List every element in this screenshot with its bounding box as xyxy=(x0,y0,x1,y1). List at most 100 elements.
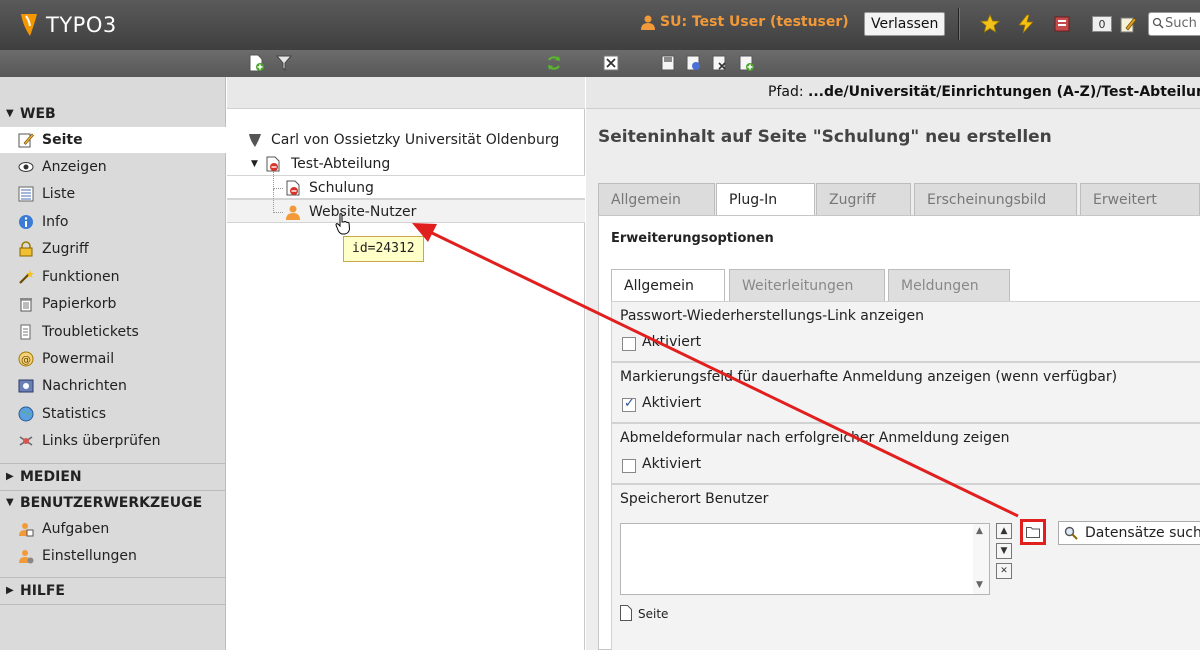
expand-toggle-icon[interactable]: ▼ xyxy=(251,153,258,175)
tab-zugriff[interactable]: Zugriff xyxy=(816,183,911,215)
module-item-liste[interactable]: Liste xyxy=(0,181,226,207)
tree-node-label: Test-Abteilung xyxy=(291,156,391,172)
typo3-logo[interactable]: TYPO3 xyxy=(18,10,117,40)
collapse-triangle-icon: ▼ xyxy=(6,108,14,119)
module-item-funktionen[interactable]: Funktionen xyxy=(0,264,226,290)
secondary-toolbar xyxy=(0,50,1200,77)
plugin-panel: Erweiterungsoptionen Allgemein Weiterlei… xyxy=(598,215,1200,650)
logout-form-checkbox[interactable] xyxy=(622,459,636,473)
trash-icon xyxy=(20,298,32,312)
folder-icon xyxy=(1026,527,1040,538)
logo-text: TYPO3 xyxy=(46,13,117,37)
tree-node-schulung[interactable]: Schulung xyxy=(269,171,374,199)
toolbar-divider xyxy=(958,8,959,40)
flash-clear-cache-icon[interactable] xyxy=(1016,14,1036,34)
global-search-input[interactable]: Such xyxy=(1148,12,1200,36)
field-label: Speicherort Benutzer xyxy=(620,491,769,507)
top-bar: TYPO3 SU: Test User (testuser) Verlassen… xyxy=(0,0,1200,50)
remove-item-button[interactable]: ✕ xyxy=(996,563,1012,579)
scrollbar[interactable]: ▲ ▼ xyxy=(973,524,989,594)
tree-node-label: Website-Nutzer xyxy=(309,204,417,220)
module-item-info[interactable]: Info xyxy=(0,209,226,235)
page-ref-label: Seite xyxy=(638,607,669,621)
module-item-zugriff[interactable]: Zugriff xyxy=(0,236,226,262)
global-search-placeholder: Such xyxy=(1165,16,1197,31)
group-header-hilfe[interactable]: ▶ HILFE xyxy=(0,578,226,604)
module-item-papierkorb[interactable]: Papierkorb xyxy=(0,291,226,317)
save-close-icon[interactable] xyxy=(710,54,728,72)
module-item-links-check[interactable]: Links überprüfen xyxy=(0,428,226,454)
tree-node-root[interactable]: Carl von Ossietzky Universität Oldenburg xyxy=(247,129,559,151)
record-search-input[interactable]: Datensätze suchen xyxy=(1058,521,1200,545)
subtab-meldungen[interactable]: Meldungen xyxy=(888,269,1010,301)
pw-link-checkbox[interactable] xyxy=(622,337,636,351)
tree-node-test-abteilung[interactable]: ▼ Test-Abteilung xyxy=(251,153,390,175)
move-down-button[interactable]: ▼ xyxy=(996,543,1012,559)
module-label: Aufgaben xyxy=(42,521,110,537)
new-page-icon[interactable] xyxy=(247,54,265,72)
field-user-storage: Speicherort Benutzer ▲ ▼ ▲ ▼ ✕ Datensätz… xyxy=(611,484,1200,650)
group-header-web[interactable]: ▼ WEB xyxy=(0,101,226,127)
typo3-logo-icon xyxy=(21,14,37,36)
group-medien-label: MEDIEN xyxy=(20,469,82,485)
notification-counter[interactable]: 0 xyxy=(1092,16,1112,32)
workspace-icon[interactable] xyxy=(1052,14,1072,34)
group-header-medien[interactable]: ▶ MEDIEN xyxy=(0,464,226,490)
save-view-icon[interactable] xyxy=(684,54,702,72)
browse-records-button[interactable] xyxy=(1020,519,1046,545)
subtab-weiterleitungen[interactable]: Weiterleitungen xyxy=(729,269,885,301)
module-label: Nachrichten xyxy=(42,378,127,394)
module-label: Statistics xyxy=(42,406,106,422)
field-password-link: Passwort-Wiederherstellungs-Link anzeige… xyxy=(611,301,1200,362)
module-label: Papierkorb xyxy=(42,296,117,312)
module-item-nachrichten[interactable]: Nachrichten xyxy=(0,373,226,399)
module-item-statistics[interactable]: Statistics xyxy=(0,401,226,427)
scroll-up-icon[interactable]: ▲ xyxy=(976,526,983,536)
module-label: Einstellungen xyxy=(42,548,137,564)
module-item-einstellungen[interactable]: Einstellungen xyxy=(0,543,226,569)
tab-erweitert[interactable]: Erweitert xyxy=(1080,183,1200,215)
settings-user-icon xyxy=(19,550,34,564)
save-icon[interactable] xyxy=(659,54,677,72)
subtab-allgemein[interactable]: Allgemein xyxy=(611,269,725,302)
filter-icon[interactable] xyxy=(275,54,293,72)
page-tree: Carl von Ossietzky Universität Oldenburg… xyxy=(227,77,585,650)
path-value[interactable]: ...de/Universität/Einrichtungen (A-Z)/Te… xyxy=(808,84,1200,100)
search-icon xyxy=(1152,17,1164,29)
group-header-benutzerwerkzeuge[interactable]: ▼ BENUTZERWERKZEUGE xyxy=(0,490,226,516)
page-document-icon xyxy=(620,605,632,621)
tab-erscheinungsbild[interactable]: Erscheinungsbild xyxy=(914,183,1077,215)
module-label: Funktionen xyxy=(42,269,120,285)
page-table-reference: Seite xyxy=(620,605,669,621)
leave-su-button[interactable]: Verlassen xyxy=(864,12,946,36)
panel-title: Erweiterungsoptionen xyxy=(611,231,774,246)
edit-note-icon[interactable] xyxy=(1118,14,1138,34)
wand-icon xyxy=(19,270,34,284)
scroll-down-icon[interactable]: ▼ xyxy=(976,580,983,590)
field-label: Passwort-Wiederherstellungs-Link anzeige… xyxy=(620,308,924,324)
remember-me-checkbox[interactable] xyxy=(622,396,636,412)
refresh-icon[interactable] xyxy=(545,54,563,72)
move-up-button[interactable]: ▲ xyxy=(996,523,1012,539)
field-remember-me: Markierungsfeld für dauerhafte Anmeldung… xyxy=(611,362,1200,423)
star-bookmark-icon[interactable] xyxy=(980,14,1000,34)
module-item-aufgaben[interactable]: Aufgaben xyxy=(0,516,226,542)
module-label: Seite xyxy=(42,132,83,148)
restricted-page-icon xyxy=(286,180,300,196)
tab-allgemein[interactable]: Allgemein xyxy=(598,183,715,215)
storage-select-list[interactable]: ▲ ▼ xyxy=(620,523,990,595)
module-item-anzeigen[interactable]: Anzeigen xyxy=(0,154,226,180)
close-document-icon[interactable] xyxy=(602,54,620,72)
save-new-icon[interactable] xyxy=(737,54,755,72)
expand-triangle-icon: ▶ xyxy=(6,471,14,482)
su-user-label: SU: Test User (testuser) xyxy=(660,14,849,30)
group-tools-label: BENUTZERWERKZEUGE xyxy=(20,495,203,511)
tab-plug-in[interactable]: Plug-In xyxy=(716,183,815,216)
globe-icon xyxy=(18,406,34,422)
module-item-troubletickets[interactable]: Troubletickets xyxy=(0,319,226,345)
module-item-powermail[interactable]: @ Powermail xyxy=(0,346,226,372)
checkbox-label: Aktiviert xyxy=(642,334,702,350)
restricted-page-icon xyxy=(266,156,280,172)
checkbox-label: Aktiviert xyxy=(642,456,702,472)
module-item-seite[interactable]: Seite xyxy=(0,127,226,153)
